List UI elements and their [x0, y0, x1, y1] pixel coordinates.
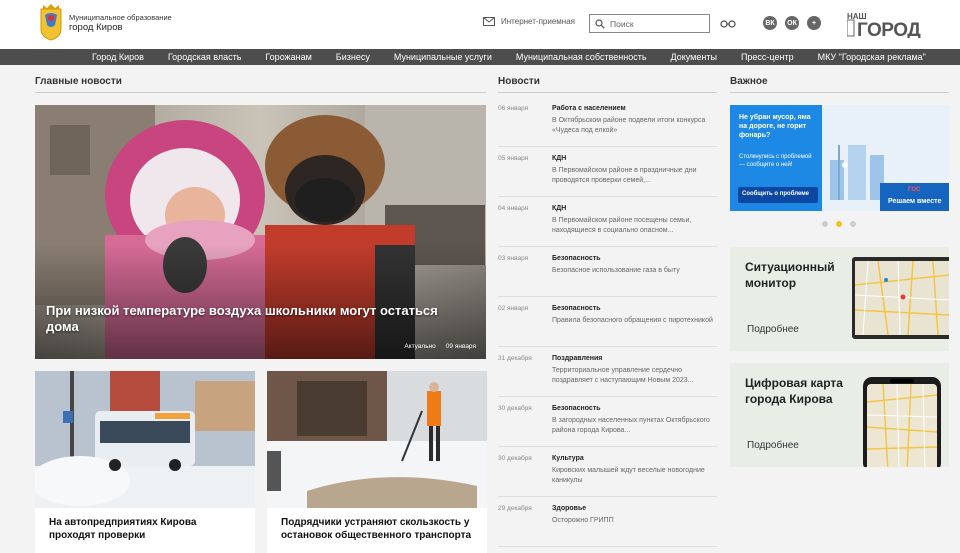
partner-logo-nash-gorod[interactable]: НАШ ГОРОД	[846, 11, 947, 41]
news-list: 06 января Работа с населением В Октябрьс…	[498, 97, 717, 547]
banner-brand-top: ГОС	[908, 187, 921, 193]
nav-item-citizens[interactable]: Горожанам	[265, 52, 311, 62]
svg-text:ГОРОД: ГОРОД	[857, 20, 921, 38]
news-list-item[interactable]: 30 декабря Культура Кировских малышей жд…	[498, 447, 717, 497]
news-date: 05 января	[498, 155, 529, 162]
main-news-meta: Актуально 09 января	[404, 343, 476, 350]
monitor-map-image	[852, 257, 949, 339]
important-heading: Важное	[730, 76, 949, 93]
accessibility-glasses-icon[interactable]	[720, 18, 736, 28]
social-links: ВК ОК +	[763, 16, 821, 30]
news-card[interactable]: Подрядчики устраняют скользкость у остан…	[267, 371, 487, 553]
news-heading: Новости	[498, 76, 717, 93]
main-news-heading: Главные новости	[35, 76, 486, 93]
news-card-title[interactable]: Подрядчики устраняют скользкость у остан…	[281, 516, 477, 542]
logo-line2: город Киров	[69, 22, 123, 33]
more-social-icon[interactable]: +	[807, 16, 821, 30]
news-text: В Первомайском районе в праздничные дни …	[552, 167, 697, 184]
news-list-item[interactable]: 04 января КДН В Первомайском районе посе…	[498, 197, 717, 247]
banner-headline: Не убран мусор, яма на дороге, не горит …	[739, 114, 811, 139]
digital-map-more-link[interactable]: Подробнее	[747, 440, 799, 451]
bus-photo	[35, 371, 255, 508]
main-news-hero[interactable]: При низкой температуре воздуха школьники…	[35, 105, 486, 359]
news-date: 02 января	[498, 305, 529, 312]
news-text: Осторожно ГРИПП	[552, 517, 614, 524]
news-date: 03 января	[498, 255, 529, 262]
main-news-date: 09 января	[445, 343, 476, 350]
vk-icon[interactable]: ВК	[763, 16, 777, 30]
news-text: Кировских малышей ждут веселые новогодни…	[552, 467, 705, 484]
reception-link[interactable]: Интернет-приемная	[483, 17, 575, 26]
news-text: Правила безопасного обращения с пиротехн…	[552, 317, 713, 324]
news-category: Безопасность	[552, 255, 601, 262]
news-list-item[interactable]: 05 января КДН В Первомайском районе в пр…	[498, 147, 717, 197]
news-category: КДН	[552, 205, 567, 212]
news-text: В Первомайском районе посещены семьи, на…	[552, 217, 692, 234]
news-category: Здоровье	[552, 505, 587, 512]
news-text: В загородных населенных пунктах Октябрьс…	[552, 417, 710, 434]
banner-brand-bottom: Решаем вместе	[888, 198, 942, 205]
news-date: 30 декабря	[498, 405, 532, 412]
logo-line1: Муниципальное образование	[69, 13, 172, 22]
news-category: Культура	[552, 455, 584, 462]
news-date: 29 декабря	[498, 505, 532, 512]
carousel-dot-3[interactable]	[850, 221, 856, 227]
news-card[interactable]: На автопредприятиях Кирова проходят пров…	[35, 371, 255, 553]
news-list-item[interactable]: 02 января Безопасность Правила безопасно…	[498, 297, 717, 347]
situation-monitor-promo[interactable]: Ситуационный монитор Подробнее	[730, 247, 949, 351]
nav-item-documents[interactable]: Документы	[671, 52, 717, 62]
news-date: 04 января	[498, 205, 529, 212]
search-input[interactable]	[610, 18, 705, 29]
news-list-item[interactable]: 06 января Работа с населением В Октябрьс…	[498, 97, 717, 147]
banner-report-button[interactable]: Сообщить о проблеме	[742, 191, 809, 197]
reception-label: Интернет-приемная	[501, 17, 575, 26]
carousel-dots	[822, 221, 856, 227]
news-category: КДН	[552, 155, 567, 162]
news-list-item[interactable]: 03 января Безопасность Безопасное исполь…	[498, 247, 717, 297]
news-text: Территориальное управление сердечно позд…	[552, 367, 694, 384]
situation-monitor-title: Ситуационный монитор	[745, 260, 835, 290]
main-news-tag: Актуально	[404, 343, 436, 350]
site-header: Муниципальное образование город Киров Ин…	[0, 0, 960, 49]
nav-item-press[interactable]: Пресс-центр	[741, 52, 794, 62]
nav-item-property[interactable]: Муниципальная собственность	[516, 52, 647, 62]
news-list-item[interactable]: 31 декабря Поздравления Территориальное …	[498, 347, 717, 397]
carousel-dot-1[interactable]	[822, 221, 828, 227]
nav-item-city[interactable]: Город Киров	[92, 52, 144, 62]
situation-monitor-more-link[interactable]: Подробнее	[747, 324, 799, 335]
search-box[interactable]	[589, 14, 710, 33]
news-text: Безопасное использование газа в быту	[552, 267, 680, 274]
site-logo-text[interactable]: Муниципальное образование город Киров	[69, 13, 172, 34]
coat-of-arms-icon[interactable]	[39, 3, 63, 41]
news-date: 06 января	[498, 105, 529, 112]
news-date: 31 декабря	[498, 355, 532, 362]
mail-icon	[483, 17, 495, 26]
odnoklassniki-icon[interactable]: ОК	[785, 16, 799, 30]
nav-item-services[interactable]: Муниципальные услуги	[394, 52, 492, 62]
news-category: Безопасность	[552, 405, 601, 412]
news-text: В Октябрьском районе подвели итоги конку…	[552, 117, 706, 134]
nav-item-advertising[interactable]: МКУ "Городская реклама"	[818, 52, 926, 62]
news-card-title[interactable]: На автопредприятиях Кирова проходят пров…	[49, 516, 245, 542]
report-problem-banner[interactable]: Не убран мусор, яма на дороге, не горит …	[730, 105, 949, 211]
digital-map-promo[interactable]: Цифровая карта города Кирова Подробнее	[730, 363, 949, 467]
search-icon	[595, 18, 605, 29]
phone-map-image	[863, 377, 941, 467]
digital-map-title: Цифровая карта города Кирова	[745, 376, 843, 406]
main-news-title[interactable]: При низкой температуре воздуха школьники…	[46, 303, 466, 335]
banner-subtext: Столкнулись с проблемой — сообщите о ней…	[739, 154, 812, 168]
news-list-item[interactable]: 29 декабря Здоровье Осторожно ГРИПП	[498, 497, 717, 547]
main-nav: Город Киров Городская власть Горожанам Б…	[0, 49, 960, 65]
news-date: 30 декабря	[498, 455, 532, 462]
bus-stop-photo	[267, 371, 487, 508]
news-category: Поздравления	[552, 355, 603, 362]
news-category: Безопасность	[552, 305, 601, 312]
news-category: Работа с населением	[552, 105, 626, 112]
news-list-item[interactable]: 30 декабря Безопасность В загородных нас…	[498, 397, 717, 447]
carousel-dot-2[interactable]	[836, 221, 842, 227]
nav-item-government[interactable]: Городская власть	[168, 52, 242, 62]
nav-item-business[interactable]: Бизнесу	[336, 52, 370, 62]
